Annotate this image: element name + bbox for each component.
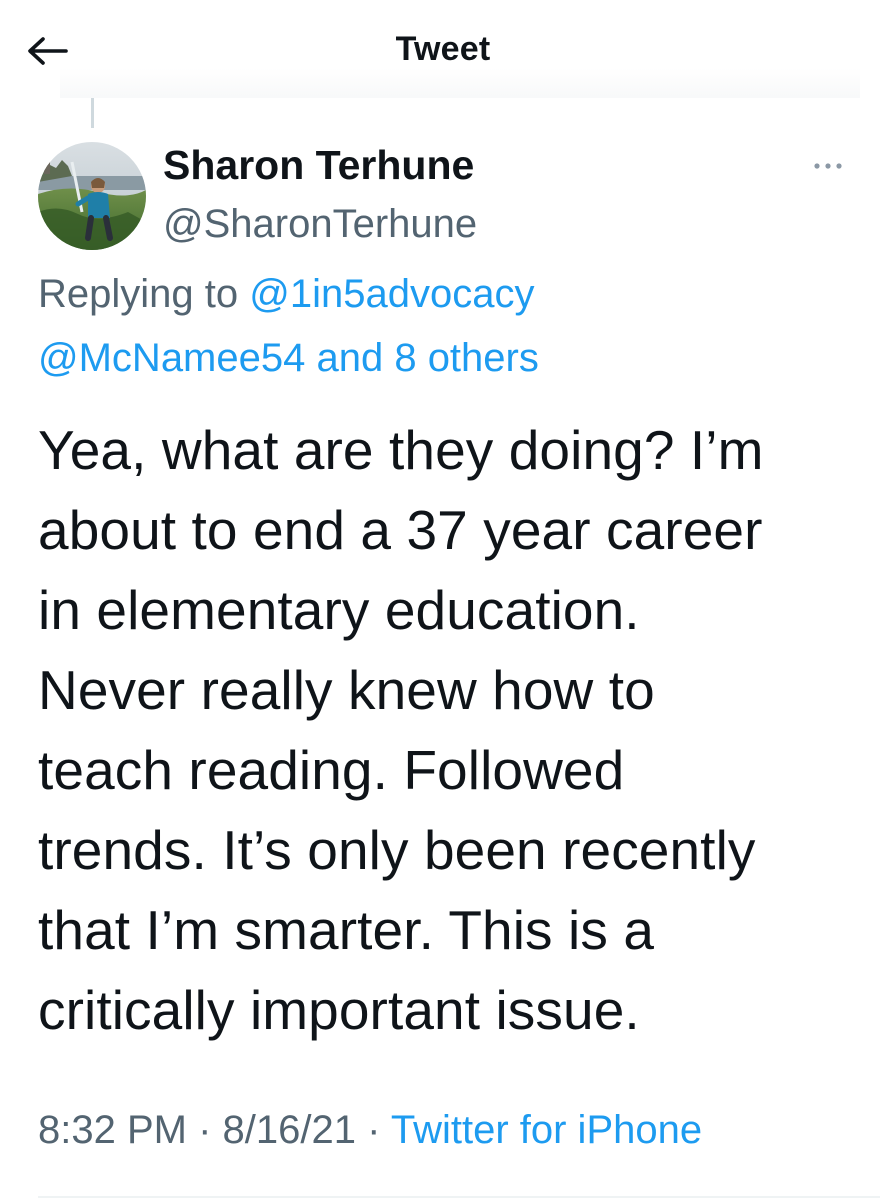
tweet-text-line: Yea, what are they doing? I’m xyxy=(38,419,764,481)
author-handle[interactable]: @SharonTerhune xyxy=(163,202,477,247)
header-shadow xyxy=(60,68,860,98)
reply-prefix: Replying to xyxy=(38,272,239,316)
author-display-name[interactable]: Sharon Terhune xyxy=(163,142,474,189)
tweet-text-line: that I’m smarter. This is a xyxy=(38,899,655,961)
tweet-text-line: Never really knew how to xyxy=(38,659,655,721)
tweet-time[interactable]: 8:32 PM xyxy=(38,1108,187,1152)
tweet-text: Yea, what are they doing? I’m about to e… xyxy=(38,410,868,1050)
divider xyxy=(38,1196,880,1198)
page-title: Tweet xyxy=(395,30,491,68)
profile-photo xyxy=(38,142,146,250)
tweet-source-link[interactable]: Twitter for iPhone xyxy=(391,1108,702,1152)
tweet-text-line: trends. It’s only been recently xyxy=(38,819,756,881)
mention-link[interactable]: @1in5advocacy xyxy=(249,272,534,316)
tweet-text-line: in elementary education. xyxy=(38,579,640,641)
avatar[interactable] xyxy=(38,142,146,250)
tweet-date[interactable]: 8/16/21 xyxy=(223,1108,356,1152)
thread-connector-line xyxy=(91,98,94,128)
tweet-text-line: critically important issue. xyxy=(38,979,640,1041)
reply-context: Replying to @1in5advocacy xyxy=(38,272,534,317)
meta-separator: · xyxy=(367,1108,381,1152)
tweet-text-line: about to end a 37 year career xyxy=(38,499,763,561)
more-dots-icon xyxy=(814,163,842,169)
tweet-meta: 8:32 PM · 8/16/21 · Twitter for iPhone xyxy=(38,1108,702,1153)
reply-context-more: @McNamee54 and 8 others xyxy=(38,336,539,381)
top-bar: Tweet xyxy=(0,0,880,100)
mention-others-link[interactable]: @McNamee54 and 8 others xyxy=(38,336,539,380)
meta-separator: · xyxy=(198,1108,212,1152)
more-options-button[interactable] xyxy=(800,148,856,184)
tweet-text-line: teach reading. Followed xyxy=(38,739,625,801)
